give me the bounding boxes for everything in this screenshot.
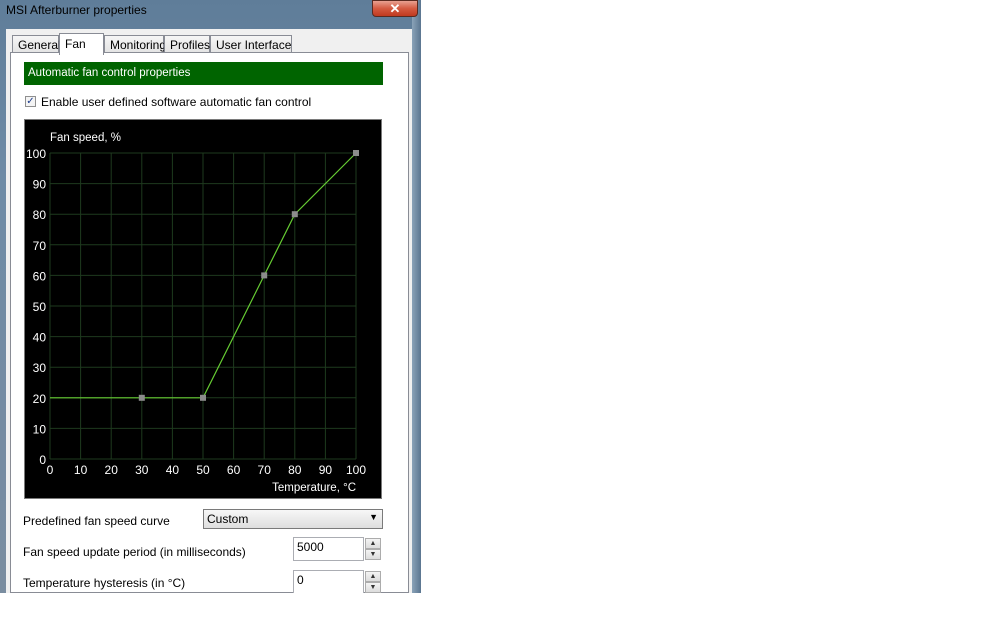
y-tick-label: 50 [33, 300, 47, 314]
curve-point[interactable] [353, 150, 359, 156]
window-frame-right [412, 0, 421, 593]
spin-up-icon: ▲ [369, 540, 377, 547]
x-tick-label: 40 [166, 463, 180, 477]
close-button[interactable]: ✕ [372, 0, 418, 17]
x-tick-label: 10 [74, 463, 88, 477]
update-period-label: Fan speed update period (in milliseconds… [23, 545, 246, 559]
hysteresis-input[interactable]: 0 [293, 570, 364, 593]
tab-general[interactable]: General [12, 35, 61, 53]
dialog-client: General Fan Monitoring Profiles User Int… [6, 29, 412, 593]
tab-monitoring[interactable]: Monitoring [104, 35, 167, 53]
spin-up-icon: ▲ [369, 573, 377, 580]
y-tick-label: 100 [26, 147, 46, 161]
y-tick-label: 20 [33, 392, 47, 406]
x-tick-label: 60 [227, 463, 241, 477]
tab-label: General [18, 38, 61, 52]
spin-down-icon: ▼ [369, 584, 377, 591]
window-title: MSI Afterburner properties [6, 3, 147, 17]
y-tick-label: 40 [33, 331, 47, 345]
x-tick-label: 20 [105, 463, 119, 477]
y-tick-label: 90 [33, 178, 47, 192]
spin-up-button[interactable]: ▲ [365, 571, 381, 582]
spin-down-button[interactable]: ▼ [365, 549, 381, 560]
tab-label: User Interface [216, 38, 292, 52]
title-bar[interactable]: MSI Afterburner properties ✕ [0, 0, 421, 22]
curve-point[interactable] [261, 272, 268, 279]
spin-down-icon: ▼ [369, 551, 377, 558]
y-tick-label: 80 [33, 208, 47, 222]
checkmark-icon: ✓ [26, 96, 35, 107]
section-header: Automatic fan control properties [24, 62, 383, 85]
x-tick-label: 30 [135, 463, 149, 477]
curve-point[interactable] [138, 394, 145, 401]
spin-down-button[interactable]: ▼ [365, 582, 381, 593]
x-tick-label: 70 [258, 463, 272, 477]
predefined-curve-value: Custom [207, 512, 249, 526]
enable-fan-control-label[interactable]: Enable user defined software automatic f… [41, 95, 311, 109]
x-tick-label: 90 [319, 463, 333, 477]
enable-fan-control-checkbox[interactable]: ✓ [25, 96, 36, 107]
curve-point[interactable] [200, 394, 206, 401]
y-tick-label: 30 [33, 361, 47, 375]
fan-tab-page: Automatic fan control properties ✓ Enabl… [10, 52, 409, 593]
fan-curve-chart[interactable]: 0 10 20 30 40 50 60 70 80 90 100 0 10 20 30 40 50 60 70 80 9… [24, 119, 382, 499]
update-period-spinner[interactable]: 5000 ▲ ▼ [293, 537, 383, 561]
hysteresis-spinner[interactable]: 0 ▲ ▼ [293, 570, 383, 593]
y-tick-label: 70 [33, 239, 47, 253]
tab-user-interface[interactable]: User Interface [210, 35, 292, 53]
x-tick-label: 80 [288, 463, 302, 477]
properties-window: MSI Afterburner properties ✕ General Fan… [0, 0, 421, 593]
tab-profiles[interactable]: Profiles [164, 35, 210, 53]
tab-label: Profiles [170, 38, 211, 52]
curve-point[interactable] [291, 211, 298, 218]
tab-fan[interactable]: Fan [59, 33, 104, 55]
y-axis-title: Fan speed, % [50, 132, 121, 144]
y-tick-label: 10 [33, 422, 47, 436]
x-tick-label: 100 [346, 463, 366, 477]
tab-label: Fan [65, 37, 86, 51]
y-tick-label: 0 [39, 453, 46, 467]
spin-up-button[interactable]: ▲ [365, 538, 381, 549]
x-tick-label: 50 [196, 463, 210, 477]
dropdown-arrow-icon: ▼ [369, 512, 378, 522]
predefined-curve-select[interactable]: Custom ▼ [203, 509, 383, 529]
x-axis-title: Temperature, °C [272, 482, 356, 494]
predefined-curve-label: Predefined fan speed curve [23, 514, 170, 528]
y-tick-label: 60 [33, 269, 47, 283]
hysteresis-label: Temperature hysteresis (in °C) [23, 576, 186, 590]
update-period-input[interactable]: 5000 [293, 537, 364, 561]
tab-label: Monitoring [110, 38, 167, 52]
x-tick-label: 0 [47, 463, 54, 477]
fan-curve-plot[interactable]: 0 10 20 30 40 50 60 70 80 90 100 0 10 20 30 40 50 60 70 80 9… [25, 120, 381, 498]
close-icon: ✕ [389, 1, 401, 16]
